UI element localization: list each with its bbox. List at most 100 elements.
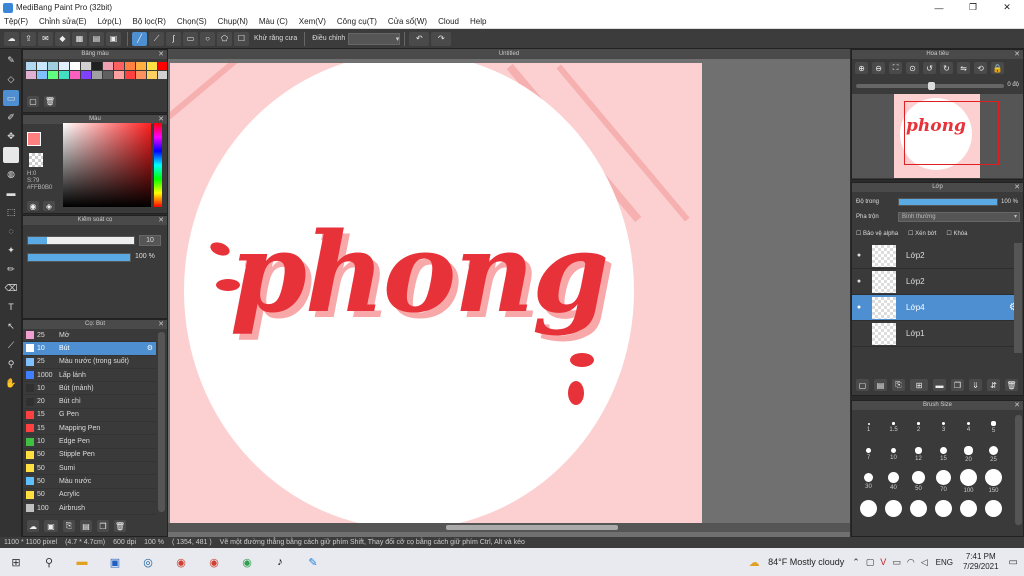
polygon-icon[interactable]: ⬠ (217, 31, 232, 46)
bucket-tool-icon[interactable]: ◍ (3, 166, 19, 182)
brush-size-cell[interactable]: 10 (881, 442, 906, 467)
menu-tools[interactable]: Công cụ(T) (337, 17, 377, 26)
color-swatch[interactable] (37, 71, 47, 79)
rectangle-icon[interactable]: ▭ (183, 31, 198, 46)
brush-folder-icon[interactable]: ▤ (80, 520, 92, 532)
layer-row[interactable]: Lớp1 (852, 321, 1022, 347)
visibility-icon[interactable]: ● (852, 304, 866, 311)
reset-view-icon[interactable]: ⟲ (974, 62, 987, 74)
layer-row[interactable]: ● Lớp2 (852, 243, 1022, 269)
clock[interactable]: 7:41 PM 7/29/2021 (963, 552, 999, 572)
brush-item[interactable]: 50 Màu nước (23, 475, 156, 489)
color-swatch[interactable] (81, 71, 91, 79)
color-swatch[interactable] (114, 71, 124, 79)
eyedropper-icon[interactable]: ⚲ (3, 356, 19, 372)
color-swatch[interactable] (125, 62, 135, 70)
brush-tool-icon[interactable]: ✎ (3, 52, 19, 68)
wifi-icon[interactable]: ◠ (907, 557, 915, 568)
brush-item[interactable]: 25 Màu nước (trong suốt) (23, 356, 156, 369)
tag-icon[interactable]: ◆ (55, 31, 70, 46)
menu-file[interactable]: Tệp(F) (4, 17, 28, 26)
notification-icon[interactable]: ▭ (1009, 557, 1018, 568)
menu-view[interactable]: Xem(V) (299, 17, 326, 26)
brush-size-cell[interactable]: 70 (931, 469, 956, 494)
snap-icon[interactable]: ▣ (106, 31, 121, 46)
language-indicator[interactable]: ENG (936, 558, 953, 567)
color-mode2-icon[interactable]: ◈ (43, 201, 55, 211)
brush-size-cell[interactable]: 100 (956, 469, 981, 494)
color-swatch[interactable] (92, 62, 102, 70)
brush-item[interactable]: 25 Mờ (23, 329, 156, 343)
copy-layer-icon[interactable]: ❐ (951, 379, 964, 391)
brush-size-cell[interactable] (931, 496, 956, 521)
color-swatch[interactable] (70, 62, 80, 70)
menu-filter[interactable]: Bộ lọc(R) (133, 17, 166, 26)
delete-layer-icon[interactable]: 🗑 (1005, 379, 1018, 391)
brush-size-cell[interactable]: 4 (956, 415, 981, 440)
dot-tool-icon[interactable]: ✐ (3, 109, 19, 125)
tray-chevron-icon[interactable]: ⌃ (852, 557, 860, 568)
visibility-icon[interactable]: ● (852, 252, 866, 259)
canvas-document[interactable]: phong (170, 63, 702, 523)
brush-item[interactable]: 20 Bút chì (23, 395, 156, 409)
weather-text[interactable]: 84°F Mostly cloudy (768, 557, 844, 567)
gradient-tool-icon[interactable]: ▬ (3, 185, 19, 201)
select-eraser-icon[interactable]: ⌫ (3, 280, 19, 296)
color-swatch[interactable] (136, 71, 146, 79)
brush-opacity-slider[interactable] (27, 253, 131, 262)
delete-swatch-icon[interactable]: 🗑 (44, 96, 56, 107)
brush-item[interactable]: 100 Airbrush (23, 502, 156, 516)
brush-size-slider[interactable] (27, 236, 135, 245)
minimize-button[interactable]: — (922, 0, 956, 15)
menu-color[interactable]: Màu (C) (259, 17, 288, 26)
search-icon[interactable]: ⚲ (37, 552, 61, 572)
tiktok-icon[interactable]: ♪ (268, 552, 292, 572)
document-tab[interactable]: Untitled (168, 49, 850, 59)
menu-capture[interactable]: Chụp(N) (218, 17, 248, 26)
eraser-tool-icon[interactable]: ◇ (3, 71, 19, 87)
brush-item[interactable]: 10 Edge Pen (23, 435, 156, 449)
store-icon[interactable]: ▣ (103, 552, 127, 572)
adjust-select[interactable]: ▾ (348, 32, 401, 45)
hand-tool-icon[interactable]: ✋ (3, 375, 19, 391)
menu-cloud[interactable]: Cloud (438, 17, 459, 26)
brush-copy-icon[interactable]: ⎘ (63, 520, 75, 532)
blend-mode-select[interactable]: Bình thường ▾ (898, 212, 1020, 222)
layer-folder-icon[interactable]: ▬ (933, 379, 946, 391)
delete-brush-icon[interactable]: 🗑 (114, 520, 126, 532)
menu-edit[interactable]: Chỉnh sửa(E) (39, 17, 87, 26)
close-icon[interactable]: ✕ (158, 50, 164, 59)
color-swatch[interactable] (59, 62, 69, 70)
saturation-value-picker[interactable] (63, 123, 151, 207)
text-tool-icon[interactable]: T (3, 299, 19, 315)
brush-duplicate-icon[interactable]: ❐ (97, 520, 109, 532)
new-layer-icon[interactable]: ▢ (856, 379, 869, 391)
cloud-icon[interactable]: ☁ (4, 31, 19, 46)
chrome-icon[interactable]: ◉ (202, 552, 226, 572)
brush-size-cell[interactable]: 150 (981, 469, 1006, 494)
line-icon[interactable]: ╱ (132, 31, 147, 46)
chrome-icon[interactable]: ◉ (235, 552, 259, 572)
tray-app-icon[interactable]: ▢ (866, 557, 875, 568)
menu-help[interactable]: Help (470, 17, 486, 26)
horizontal-scrollbar-thumb[interactable] (446, 525, 618, 530)
grid-icon[interactable]: ▦ (72, 31, 87, 46)
brush-item[interactable]: 1000 Lấp lánh (23, 369, 156, 383)
color-swatch[interactable] (48, 62, 58, 70)
brush-size-scrollbar[interactable] (1015, 415, 1022, 525)
brush-item[interactable]: 15 Mapping Pen (23, 422, 156, 436)
color-swatch[interactable] (158, 62, 167, 70)
color-swatch[interactable] (48, 71, 58, 79)
horizontal-scrollbar[interactable] (168, 523, 850, 532)
brush-size-cell[interactable]: 7 (856, 442, 881, 467)
brush-size-cell[interactable]: 50 (906, 469, 931, 494)
battery-icon[interactable]: ▭ (892, 557, 901, 568)
color-swatch[interactable] (92, 71, 102, 79)
color-swatch[interactable] (147, 71, 157, 79)
select-tool-icon[interactable]: ⬚ (3, 204, 19, 220)
brush-item[interactable]: 10 Bút ⚙ (23, 342, 156, 356)
layer-opacity-slider[interactable] (898, 198, 998, 206)
layer-add-menu-icon[interactable]: ⊞ (910, 379, 928, 391)
color-swatch[interactable] (158, 71, 167, 79)
brush-size-cell[interactable] (956, 496, 981, 521)
